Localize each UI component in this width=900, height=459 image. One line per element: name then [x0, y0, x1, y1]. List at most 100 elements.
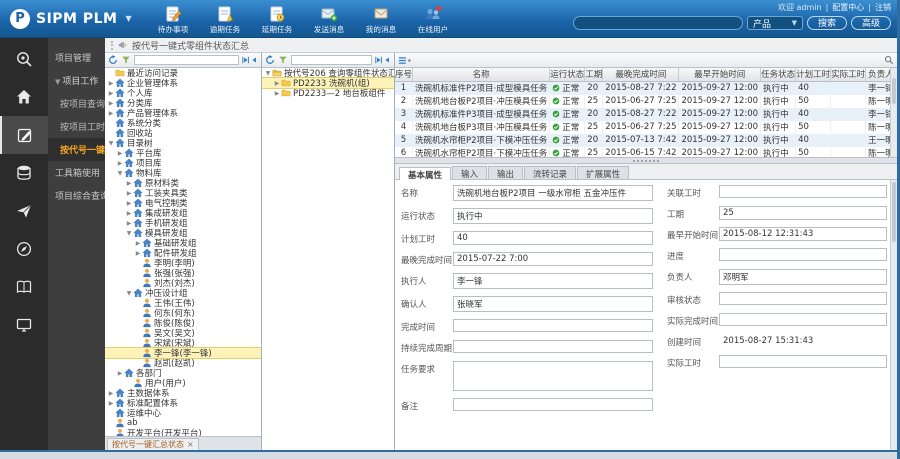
expander-icon[interactable]: ▶ [107, 400, 115, 407]
column-header[interactable]: 计划工时 [796, 68, 831, 81]
advanced-search-button[interactable]: 高级 [851, 16, 891, 30]
module-compass-icon[interactable] [0, 230, 48, 268]
pagination-arrows[interactable] [375, 56, 391, 64]
expander-icon[interactable]: ▶ [125, 220, 133, 227]
field-value[interactable]: 40 [453, 231, 653, 245]
field-value[interactable]: 张晓军 [453, 296, 653, 312]
column-header[interactable]: 最早开始时间 [679, 68, 761, 81]
expander-icon[interactable]: ▶ [125, 190, 133, 197]
online-users-button[interactable]: 在线用户 [408, 5, 458, 35]
expander-icon[interactable]: ▶ [273, 80, 281, 87]
send-message-button[interactable]: 发送消息 [304, 5, 354, 35]
field-value[interactable] [719, 292, 887, 305]
nav-item[interactable]: 项目综合查询 [48, 184, 105, 207]
field-value[interactable] [453, 319, 653, 332]
result-filter-input[interactable] [291, 55, 372, 65]
nav-item[interactable]: 工具箱使用 [48, 161, 105, 184]
module-database-icon[interactable] [0, 154, 48, 192]
field-value[interactable] [719, 355, 887, 368]
form-scrollbar[interactable] [890, 180, 897, 450]
table-row[interactable]: 6洗碗机水帘柜P2项目·下模冲压任务正常252015-06-15 7:42201… [395, 147, 897, 159]
search-icon[interactable] [884, 55, 894, 65]
view-mode-icon[interactable] [398, 56, 412, 65]
table-row[interactable]: 3洗碗机标准件P3项目·成型模具任务正常202015-08-27 7:22201… [395, 108, 897, 121]
field-value[interactable]: 2015-07-22 7:00 [453, 252, 653, 266]
header-link[interactable]: 注销 [875, 2, 891, 13]
column-header[interactable]: 任务状态 [761, 68, 796, 81]
detail-tab[interactable]: 基本属性 [399, 167, 451, 180]
table-row[interactable]: 2洗碗机地台板P2项目·冲压模具任务正常252015-06-27 7:25201… [395, 95, 897, 108]
search-category-select[interactable]: 产品 ▼ [747, 16, 803, 30]
expander-icon[interactable]: ▶ [107, 390, 115, 397]
expander-icon[interactable]: ▶ [116, 150, 124, 157]
field-value[interactable]: 25 [719, 206, 887, 220]
module-edit-icon[interactable] [0, 116, 48, 154]
tree-item[interactable]: ▼物料库 [105, 168, 261, 178]
tree-item[interactable]: ▼目录树 [105, 138, 261, 148]
pagination-arrows[interactable] [242, 56, 258, 64]
module-send-icon[interactable] [0, 192, 48, 230]
expander-icon[interactable]: ▶ [107, 80, 115, 87]
table-row[interactable]: 4洗碗机地台板P3项目·冲压模具任务正常252015-06-27 7:25201… [395, 121, 897, 134]
column-header[interactable]: 实际工时 [831, 68, 866, 81]
filter-icon[interactable] [121, 55, 131, 65]
field-value[interactable] [453, 361, 653, 391]
field-value[interactable] [453, 398, 653, 411]
expander-icon[interactable]: ▶ [116, 370, 124, 377]
expander-icon[interactable]: ▶ [107, 100, 115, 107]
filter-icon[interactable] [278, 55, 288, 65]
module-home-icon[interactable] [0, 78, 48, 116]
nav-item[interactable]: 按代号一键式状态汇总 [48, 138, 105, 161]
table-scrollbar[interactable] [890, 68, 897, 157]
field-value[interactable]: 2015-08-27 15:31:43 [719, 334, 887, 348]
expander-icon[interactable]: ▼ [116, 170, 124, 177]
todo-button[interactable]: 待办事项 [148, 5, 198, 35]
column-header[interactable]: 最晚完成时间 [603, 68, 679, 81]
summary-tab[interactable]: 按代号一键汇总状态 × [107, 438, 199, 450]
tree-item[interactable]: ▶项目库 [105, 158, 261, 168]
expander-icon[interactable]: ▶ [273, 90, 281, 97]
field-value[interactable] [453, 340, 653, 353]
tree-item[interactable]: 开发平台(开发平台) [105, 428, 261, 436]
tree-filter-input[interactable] [134, 55, 239, 65]
my-messages-button[interactable]: 我的消息 [356, 5, 406, 35]
field-value[interactable]: 2015-08-12 12:31:43 [719, 227, 887, 241]
table-row[interactable]: 1洗碗机标准件P2项目·成型模具任务正常202015-08-27 7:22201… [395, 81, 897, 95]
module-book-icon[interactable] [0, 268, 48, 306]
column-header[interactable]: 序号 [395, 68, 413, 81]
detail-tab[interactable]: 扩展属性 [577, 166, 629, 179]
expander-icon[interactable]: ▶ [125, 200, 133, 207]
chevron-down-icon[interactable]: ▼ [125, 14, 131, 23]
field-value[interactable]: 李一锋 [453, 273, 653, 289]
search-button[interactable]: 搜索 [807, 16, 847, 30]
tree-item[interactable]: 赵凯(赵凯) [105, 358, 261, 368]
expander-icon[interactable]: ▶ [134, 240, 142, 247]
detail-tab[interactable]: 流转记录 [524, 166, 576, 179]
field-value[interactable] [719, 313, 887, 326]
header-link[interactable]: 配置中心 [832, 2, 864, 13]
nav-item[interactable]: ▼项目工作 [48, 69, 105, 92]
detail-tab[interactable]: 输入 [452, 166, 487, 179]
expander-icon[interactable]: ▼ [125, 290, 133, 297]
refresh-icon[interactable] [265, 55, 275, 65]
expander-icon[interactable]: ▶ [107, 90, 115, 97]
tree-item[interactable]: ▶平台库 [105, 148, 261, 158]
tree-item[interactable]: 运维中心 [105, 408, 261, 418]
tree-item[interactable]: ▶PD2233—2 地台板组件 [262, 88, 394, 98]
nav-item[interactable]: 项目管理 [48, 46, 105, 69]
expander-icon[interactable]: ▶ [125, 180, 133, 187]
app-logo[interactable]: P SIPM PLM ▼ [0, 0, 142, 37]
field-value[interactable] [719, 248, 887, 261]
expander-icon[interactable]: ▶ [125, 210, 133, 217]
column-header[interactable]: 运行状态 [550, 68, 585, 81]
expander-icon[interactable]: ▶ [134, 250, 142, 257]
column-header[interactable]: 名称 [413, 68, 550, 81]
table-row[interactable]: 5洗碗机水帘柜P2项目·下模冲压任务正常202015-07-13 7:42201… [395, 134, 897, 147]
expander-icon[interactable]: ▼ [264, 70, 272, 77]
field-value[interactable]: 邓明军 [719, 269, 887, 285]
expander-icon[interactable]: ▼ [125, 230, 133, 237]
field-value[interactable]: 执行中 [453, 208, 653, 224]
column-header[interactable]: 工期 [585, 68, 603, 81]
detail-tab[interactable]: 输出 [488, 166, 523, 179]
global-search-input[interactable] [573, 16, 743, 30]
